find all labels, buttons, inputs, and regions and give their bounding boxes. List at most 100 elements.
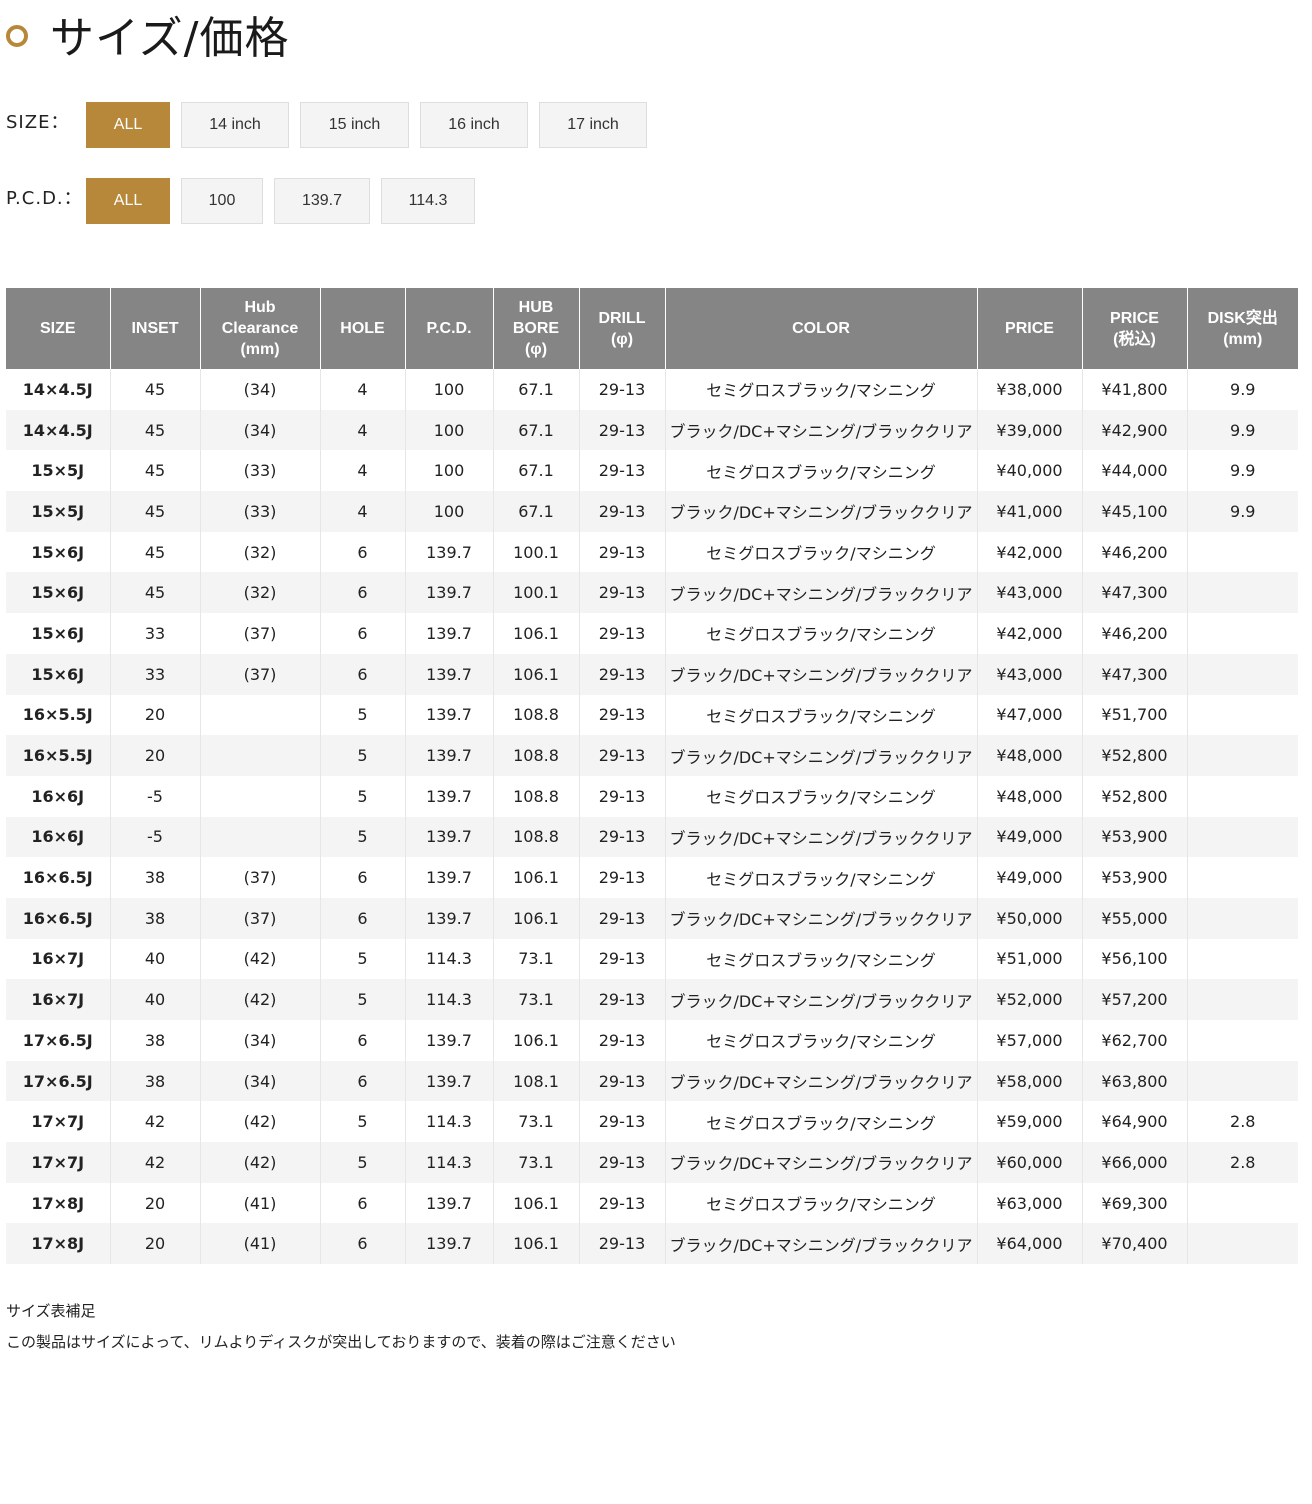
- cell-size: 15×6J: [6, 572, 111, 614]
- header-hub-bore-line: HUB: [518, 299, 554, 316]
- cell-inset: 42: [110, 1142, 201, 1183]
- cell-hole: 4: [320, 409, 406, 451]
- size-filter-14inch-button[interactable]: 14 inch: [181, 102, 289, 148]
- table-row: 16×6.5J 38 (37) 6 139.7 106.1 29-13 ブラック/DC+マシニ…: [6, 897, 1298, 939]
- cell-price: ¥47,000: [977, 694, 1083, 736]
- cell-disk-protrusion: 2.8: [1187, 1142, 1298, 1183]
- cell-size: 15×5J: [6, 491, 111, 532]
- pcd-filter-139-7-button[interactable]: 139.7: [274, 178, 370, 224]
- cell-drill: 29-13: [579, 1223, 666, 1265]
- cell-inset: 45: [110, 491, 201, 532]
- cell-disk-protrusion: 9.9: [1187, 491, 1298, 532]
- cell-price: ¥50,000: [977, 897, 1083, 939]
- pcd-filter-100-button[interactable]: 100: [181, 178, 263, 224]
- table-row: 17×8J 20 (41) 6 139.7 106.1 29-13 セミグロスブラック/マシニ…: [6, 1182, 1298, 1224]
- cell-hub-bore: 100.1: [493, 572, 580, 614]
- cell-inset: 20: [110, 1182, 201, 1224]
- size-notes-body: この製品はサイズによって、リムよりディスクが突出しておりますので、装着の際はご注…: [6, 1333, 676, 1351]
- cell-price-tax: ¥45,100: [1082, 491, 1188, 532]
- cell-pcd: 114.3: [405, 1101, 494, 1143]
- cell-price-tax: ¥46,200: [1082, 613, 1188, 654]
- cell-hole: 6: [320, 531, 406, 573]
- size-filter-label: SIZE：: [6, 112, 70, 133]
- size-filter-15inch-button[interactable]: 15 inch: [300, 102, 409, 148]
- pcd-filter: P.C.D.： ALL 100 139.7 114.3: [6, 178, 486, 224]
- cell-disk-protrusion: [1187, 776, 1298, 817]
- cell-drill: 29-13: [579, 653, 666, 695]
- cell-drill: 29-13: [579, 369, 666, 410]
- cell-hub-bore: 67.1: [493, 450, 580, 492]
- cell-drill: 29-13: [579, 694, 666, 736]
- header-pcd: P.C.D.: [405, 288, 494, 369]
- cell-inset: 45: [110, 369, 201, 410]
- table-row: 17×6.5J 38 (34) 6 139.7 108.1 29-13 ブラック/DC+マシニ…: [6, 1060, 1298, 1102]
- cell-hub-clearance: (42): [200, 1101, 321, 1143]
- size-price-table: SIZE INSET Hub Clearance (mm) HOLE P.C.D. HUB BO…: [6, 288, 1298, 1265]
- cell-hub-clearance: (37): [200, 613, 321, 654]
- pcd-filter-114-3-button[interactable]: 114.3: [381, 178, 475, 224]
- size-filter-17inch-button[interactable]: 17 inch: [539, 102, 647, 148]
- cell-drill: 29-13: [579, 613, 666, 654]
- cell-inset: 38: [110, 897, 201, 939]
- cell-pcd: 100: [405, 409, 494, 451]
- cell-pcd: 139.7: [405, 775, 494, 817]
- cell-pcd: 139.7: [405, 735, 494, 776]
- cell-size: 16×6.5J: [6, 897, 111, 939]
- cell-hole: 6: [320, 1182, 406, 1224]
- cell-inset: 20: [110, 694, 201, 736]
- cell-disk-protrusion: [1187, 979, 1298, 1020]
- pcd-filter-all-button[interactable]: ALL: [86, 178, 170, 224]
- cell-hub-clearance: [200, 775, 321, 817]
- header-disk-protrusion: DISK突出 (mm): [1187, 288, 1298, 369]
- header-pcd-line: P.C.D.: [426, 320, 472, 337]
- cell-drill: 29-13: [579, 1020, 666, 1061]
- cell-price-tax: ¥63,800: [1082, 1060, 1188, 1102]
- cell-disk-protrusion: [1187, 857, 1298, 898]
- size-filter-all-button[interactable]: ALL: [86, 102, 170, 148]
- cell-price: ¥52,000: [977, 979, 1083, 1020]
- cell-drill: 29-13: [579, 775, 666, 817]
- cell-pcd: 139.7: [405, 531, 494, 573]
- cell-hub-bore: 106.1: [493, 857, 580, 898]
- table-row: 16×7J 40 (42) 5 114.3 73.1 29-13 ブラック/DC+マシニング/…: [6, 979, 1298, 1020]
- cell-hole: 6: [320, 857, 406, 898]
- cell-inset: 33: [110, 653, 201, 695]
- cell-hole: 6: [320, 1020, 406, 1061]
- cell-pcd: 139.7: [405, 897, 494, 939]
- cell-hub-bore: 108.8: [493, 816, 580, 858]
- cell-color: ブラック/DC+マシニング/ブラッククリア: [665, 816, 978, 858]
- cell-inset: 33: [110, 613, 201, 654]
- size-notes: サイズ表補足 この製品はサイズによって、リムよりディスクが突出しておりますので、…: [6, 1296, 676, 1358]
- cell-inset: -5: [110, 775, 201, 817]
- cell-drill: 29-13: [579, 1142, 666, 1183]
- cell-drill: 29-13: [579, 1182, 666, 1224]
- cell-color: セミグロスブラック/マシニング: [665, 857, 978, 898]
- header-hub-bore-line: BORE: [512, 320, 560, 337]
- cell-drill: 29-13: [579, 1060, 666, 1102]
- cell-disk-protrusion: [1187, 816, 1298, 858]
- cell-inset: -5: [110, 816, 201, 858]
- cell-inset: 42: [110, 1101, 201, 1143]
- cell-hole: 4: [320, 369, 406, 410]
- cell-drill: 29-13: [579, 491, 666, 532]
- cell-pcd: 139.7: [405, 816, 494, 858]
- cell-price-tax: ¥52,800: [1082, 775, 1188, 817]
- cell-price-tax: ¥52,800: [1082, 735, 1188, 776]
- header-hub-clearance-line: Hub: [244, 299, 276, 316]
- size-filter-16inch-button[interactable]: 16 inch: [420, 102, 528, 148]
- table-row: 16×6.5J 38 (37) 6 139.7 106.1 29-13 セミグロスブラック/マ…: [6, 857, 1298, 898]
- cell-hole: 4: [320, 491, 406, 532]
- table-body: 14×4.5J 45 (34) 4 100 67.1 29-13 セミグロスブラック/マシニン…: [6, 369, 1298, 1265]
- header-disk-protrusion-line: DISK突出: [1207, 309, 1278, 327]
- cell-hub-bore: 106.1: [493, 653, 580, 695]
- cell-price-tax: ¥66,000: [1082, 1142, 1188, 1183]
- header-price-line: PRICE: [1005, 320, 1054, 337]
- cell-price: ¥39,000: [977, 409, 1083, 451]
- header-hole: HOLE: [320, 288, 406, 369]
- cell-hub-clearance: (32): [200, 572, 321, 614]
- cell-disk-protrusion: [1187, 1183, 1298, 1224]
- cell-disk-protrusion: [1187, 532, 1298, 573]
- header-size-line: SIZE: [39, 320, 76, 337]
- cell-price: ¥60,000: [977, 1142, 1083, 1183]
- cell-disk-protrusion: 9.9: [1187, 409, 1298, 451]
